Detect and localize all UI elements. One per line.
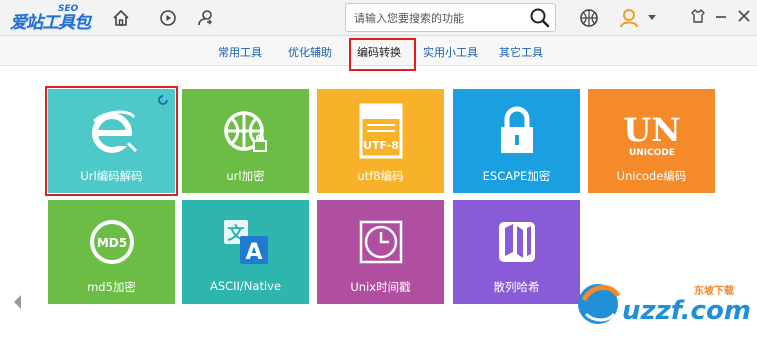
tool-hash[interactable]: 散列哈希 xyxy=(453,200,580,304)
tab-other-tools[interactable]: 其它工具 xyxy=(499,44,543,60)
tab-common-tools[interactable]: 常用工具 xyxy=(218,44,262,60)
selected-tool-highlight xyxy=(45,86,178,196)
svg-text:MD5: MD5 xyxy=(96,236,126,250)
tool-label: utf8编码 xyxy=(357,169,404,183)
unicode-icon: UN UNICODE xyxy=(588,99,715,163)
svg-text:UN: UN xyxy=(623,111,680,149)
search-box xyxy=(345,3,556,32)
lock-icon xyxy=(453,99,580,163)
tool-label: Unicode编码 xyxy=(616,169,687,183)
app-logo: 爱站工具包 SEO xyxy=(10,4,98,33)
tool-url-encrypt[interactable]: url加密 xyxy=(182,89,309,193)
utf8-icon: UTF-8 xyxy=(317,99,444,163)
map-icon xyxy=(453,210,580,274)
svg-text:UTF-8: UTF-8 xyxy=(363,139,399,152)
active-tab-highlight xyxy=(349,38,416,71)
tool-escape-encrypt[interactable]: ESCAPE加密 xyxy=(453,89,580,193)
tool-label: md5加密 xyxy=(87,280,136,294)
share-icon[interactable] xyxy=(193,6,217,30)
tool-label: ASCII/Native xyxy=(209,279,282,293)
tool-label: Unix时间戳 xyxy=(350,280,411,294)
tool-unix-timestamp[interactable]: Unix时间戳 xyxy=(317,200,444,304)
logo-seo-text: SEO xyxy=(58,4,79,14)
tab-optimization[interactable]: 优化辅助 xyxy=(288,44,332,60)
tool-ascii-native[interactable]: 文 A ASCII/Native xyxy=(182,200,309,304)
minimize-icon[interactable] xyxy=(713,8,729,24)
search-icon[interactable] xyxy=(529,7,551,29)
tab-utilities[interactable]: 实用小工具 xyxy=(423,44,478,60)
tool-label: 散列哈希 xyxy=(493,280,540,294)
basketball-icon[interactable] xyxy=(577,6,601,30)
tool-md5-encrypt[interactable]: MD5 md5加密 xyxy=(48,200,175,304)
translate-icon: 文 A xyxy=(182,210,309,274)
tool-unicode-encode[interactable]: UN UNICODE Unicode编码 xyxy=(588,89,715,193)
tool-label: ESCAPE加密 xyxy=(482,169,551,183)
scroll-left-arrow[interactable] xyxy=(12,294,24,310)
close-icon[interactable] xyxy=(736,8,752,24)
md5-icon: MD5 xyxy=(48,210,175,274)
play-icon[interactable] xyxy=(156,6,180,30)
skin-icon[interactable] xyxy=(690,8,706,24)
title-bar: 爱站工具包 SEO xyxy=(0,0,757,36)
home-icon[interactable] xyxy=(109,6,133,30)
user-avatar-icon[interactable] xyxy=(617,6,641,30)
svg-text:UNICODE: UNICODE xyxy=(628,148,674,158)
watermark-subtext: 东坡下载 xyxy=(694,286,734,297)
clock-icon xyxy=(317,210,444,274)
tool-utf8-encode[interactable]: UTF-8 utf8编码 xyxy=(317,89,444,193)
search-input[interactable] xyxy=(354,9,524,27)
tool-label: url加密 xyxy=(226,169,265,183)
chevron-down-icon[interactable] xyxy=(645,6,659,30)
basketball-lock-icon xyxy=(182,99,309,163)
watermark-text: uzzf.com xyxy=(622,296,751,326)
svg-text:A: A xyxy=(245,240,262,265)
uzzf-watermark: uzzf.com 东坡下载 xyxy=(574,270,754,332)
